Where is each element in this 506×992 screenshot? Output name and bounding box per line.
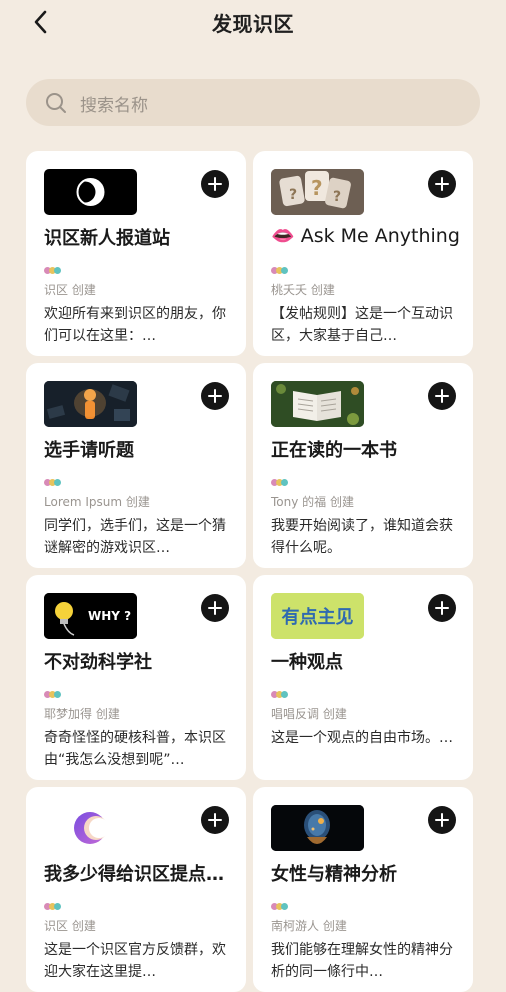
card-creator: 唱唱反调 创建 (271, 707, 347, 721)
member-dots (271, 267, 291, 275)
card-description: 奇奇怪怪的硬核科普，本识区由“我怎么没想到呢”… (44, 730, 226, 768)
card-title: 正在读的一本书 (271, 440, 397, 461)
card-creator: 识区 创建 (44, 919, 96, 933)
card-description: 这是一个观点的自由市场。… (271, 730, 453, 746)
card-title: 选手请听题 (44, 440, 134, 461)
join-button[interactable] (428, 170, 456, 198)
card-title: 识区新人报道站 (44, 228, 170, 249)
card-creator: 桃夭夭 创建 (271, 283, 335, 297)
search-bar[interactable]: 搜索名称 (26, 79, 480, 126)
card-creator: Tony 的福 创建 (271, 495, 354, 509)
card-title: 我多少得给识区提点… (44, 864, 224, 885)
moon-logo-thumbnail (44, 805, 137, 851)
member-dots (44, 691, 64, 699)
member-dots (44, 267, 64, 275)
card-creator: Lorem Ipsum 创建 (44, 495, 150, 509)
zone-card[interactable]: 选手请听题 Lorem Ipsum 创建 同学们，选手们，这是一个猜谜解密的游戏… (26, 363, 246, 568)
why-text: WHY ? (88, 609, 131, 623)
member-dots (44, 903, 64, 911)
why-bulb-thumbnail: WHY ? (44, 593, 137, 639)
member-dots (44, 479, 64, 487)
join-button[interactable] (201, 170, 229, 198)
zone-card[interactable]: 女性与精神分析 南柯游人 创建 我们能够在理解女性的精神分析的同一條行中… (253, 787, 473, 992)
question-marks-thumbnail: ? ? ? (271, 169, 364, 215)
join-button[interactable] (428, 806, 456, 834)
zone-card[interactable]: 识区新人报道站 识区 创建 欢迎所有来到识区的朋友，你们可以在这里：… (26, 151, 246, 356)
search-placeholder: 搜索名称 (80, 96, 148, 116)
zone-card[interactable]: 有点主见 一种观点 唱唱反调 创建 这是一个观点的自由市场。… (253, 575, 473, 780)
search-icon (46, 93, 66, 113)
member-dots (271, 903, 291, 911)
join-button[interactable] (428, 594, 456, 622)
opinion-text-thumbnail: 有点主见 (271, 593, 364, 639)
card-title: 一种观点 (271, 652, 343, 673)
zone-card[interactable]: WHY ? 不对劲科学社 耶梦加得 创建 奇奇怪怪的硬核科普，本识区由“我怎么没… (26, 575, 246, 780)
svg-text:?: ? (289, 187, 297, 203)
member-dots (271, 691, 291, 699)
svg-text:?: ? (311, 176, 323, 200)
join-button[interactable] (428, 382, 456, 410)
card-description: 同学们，选手们，这是一个猜谜解密的游戏识区… (44, 518, 226, 556)
zone-card[interactable]: ? ? ? 👄 Ask Me Anything 桃夭夭 创建 【发帖规则】这是一… (253, 151, 473, 356)
card-title: 女性与精神分析 (271, 864, 397, 885)
join-button[interactable] (201, 382, 229, 410)
zone-card[interactable]: 我多少得给识区提点… 识区 创建 这是一个识区官方反馈群，欢迎大家在这里提… (26, 787, 246, 992)
join-button[interactable] (201, 806, 229, 834)
card-title: 👄 Ask Me Anything (271, 225, 460, 247)
card-description: 【发帖规则】这是一个互动识区，大家基于自己… (271, 306, 453, 344)
card-description: 我们能够在理解女性的精神分析的同一條行中… (271, 942, 453, 980)
page-title: 发现识区 (212, 12, 294, 36)
card-creator: 耶梦加得 创建 (44, 707, 120, 721)
card-description: 这是一个识区官方反馈群，欢迎大家在这里提… (44, 942, 226, 980)
card-creator: 南柯游人 创建 (271, 919, 347, 933)
zone-card[interactable]: 正在读的一本书 Tony 的福 创建 我要开始阅读了，谁知道会获得什么呢。 (253, 363, 473, 568)
opinion-text: 有点主见 (282, 606, 354, 628)
eclipse-logo-thumbnail (44, 169, 137, 215)
join-button[interactable] (201, 594, 229, 622)
svg-text:?: ? (333, 189, 341, 205)
card-creator: 识区 创建 (44, 283, 96, 297)
card-title: 不对劲科学社 (44, 652, 152, 673)
top-bar: 发现识区 (0, 0, 506, 48)
card-description: 我要开始阅读了，谁知道会获得什么呢。 (271, 518, 453, 556)
robot-head-thumbnail (271, 805, 364, 851)
member-dots (271, 479, 291, 487)
card-description: 欢迎所有来到识区的朋友，你们可以在这里：… (44, 306, 226, 344)
puzzle-figure-thumbnail (44, 381, 137, 427)
open-book-thumbnail (271, 381, 364, 427)
